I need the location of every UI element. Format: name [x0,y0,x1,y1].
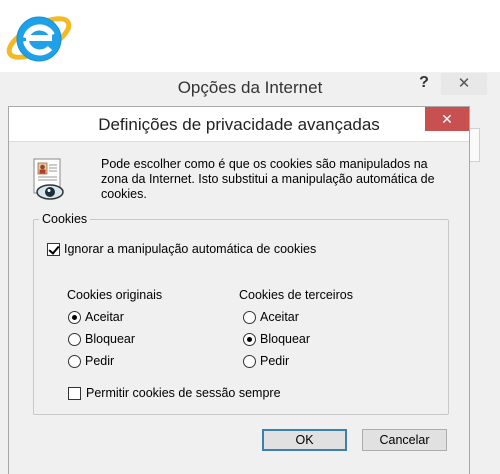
third-party-block-label[interactable]: Bloquear [260,332,310,346]
internet-options-titlebar: Opções da Internet ? ✕ [0,72,500,108]
first-party-cookies-heading: Cookies originais [67,288,163,302]
always-allow-session-cookies-label[interactable]: Permitir cookies de sessão sempre [86,386,281,400]
window-edge-right [484,108,500,474]
privacy-document-icon [33,158,64,200]
override-automatic-cookies-checkbox[interactable] [47,243,60,256]
third-party-prompt-label[interactable]: Pedir [260,354,289,368]
third-party-accept-label[interactable]: Aceitar [260,310,299,324]
third-party-accept-radio[interactable] [243,311,256,324]
third-party-cookies-heading: Cookies de terceiros [239,288,353,302]
dialog-body: Pode escolher como é que os cookies são … [9,141,469,474]
third-party-prompt-radio[interactable] [243,355,256,368]
first-party-prompt-label[interactable]: Pedir [85,354,114,368]
advanced-privacy-dialog: Definições de privacidade avançadas ✕ Po… [8,106,470,474]
dialog-title: Definições de privacidade avançadas [98,115,380,134]
internet-options-close-button[interactable]: ✕ [441,73,487,95]
first-party-accept-radio[interactable] [68,311,81,324]
first-party-prompt-radio[interactable] [68,355,81,368]
cookies-group-label: Cookies [39,212,91,226]
dialog-titlebar: Definições de privacidade avançadas ✕ [9,107,469,141]
dialog-close-button[interactable]: ✕ [425,107,469,131]
internet-explorer-logo [6,16,72,62]
override-automatic-cookies-label[interactable]: Ignorar a manipulação automática de cook… [64,242,316,256]
cancel-button[interactable]: Cancelar [362,429,447,451]
third-party-block-radio[interactable] [243,333,256,346]
help-button[interactable]: ? [414,74,434,96]
first-party-block-label[interactable]: Bloquear [85,332,135,346]
dialog-description: Pode escolher como é que os cookies são … [101,157,435,201]
ok-button[interactable]: OK [262,429,347,451]
first-party-accept-label[interactable]: Aceitar [85,310,124,324]
first-party-block-radio[interactable] [68,333,81,346]
always-allow-session-cookies-checkbox[interactable] [68,387,81,400]
